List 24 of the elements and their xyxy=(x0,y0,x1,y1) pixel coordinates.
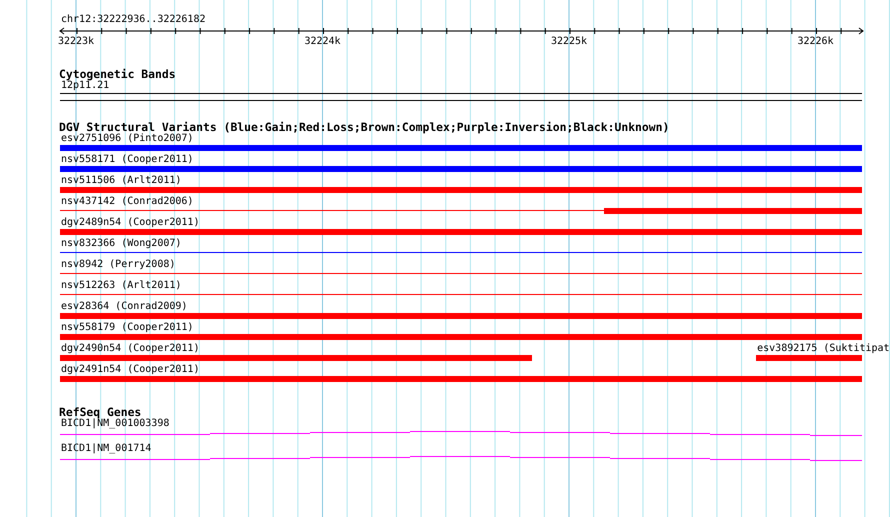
tick-label: 32226k xyxy=(797,36,834,48)
variant-label: nsv512263 (Arlt2011) xyxy=(61,280,182,291)
tick-label: 32223k xyxy=(58,36,94,48)
variant-label: esv2751096 (Pinto2007) xyxy=(61,133,194,144)
variant-label: dgv2490n54 (Cooper2011) xyxy=(61,343,200,354)
gene-label: BICD1|NM_001003398 xyxy=(61,418,170,430)
variant-label: dgv2489n54 (Cooper2011) xyxy=(61,217,200,228)
track-title: RefSeq Genes xyxy=(59,406,142,418)
variant-label: nsv8942 (Perry2008) xyxy=(61,259,176,270)
tick-label: 32225k xyxy=(550,36,588,48)
variant-label: esv28364 (Conrad2009) xyxy=(61,301,188,312)
track-title: DGV Structural Variants (Blue:Gain;Red:Loss;Brown:Complex;Purple:Inversion;Black:Unknown) xyxy=(59,121,670,133)
track-title: Cytogenetic Bands xyxy=(59,68,177,80)
gene-label: BICD1|NM_001714 xyxy=(60,443,152,455)
tick-label: 32224k xyxy=(304,36,341,48)
variant-label: nsv511506 (Arlt2011) xyxy=(61,175,182,186)
variant-label: dgv2491n54 (Cooper2011) xyxy=(61,364,200,375)
variant-label: nsv558171 (Cooper2011) xyxy=(61,154,194,165)
variant-label: nsv558179 (Cooper2011) xyxy=(61,322,194,333)
variant-label: esv3892175 (Suktitipat xyxy=(757,343,890,354)
variant-label: nsv437142 (Conrad2006) xyxy=(61,196,194,207)
variant-label: nsv832366 (Wong2007) xyxy=(61,238,182,249)
band-label: 12p11.21 xyxy=(61,80,110,92)
region-coordinates: chr12:32222936..32226182 xyxy=(60,14,206,26)
